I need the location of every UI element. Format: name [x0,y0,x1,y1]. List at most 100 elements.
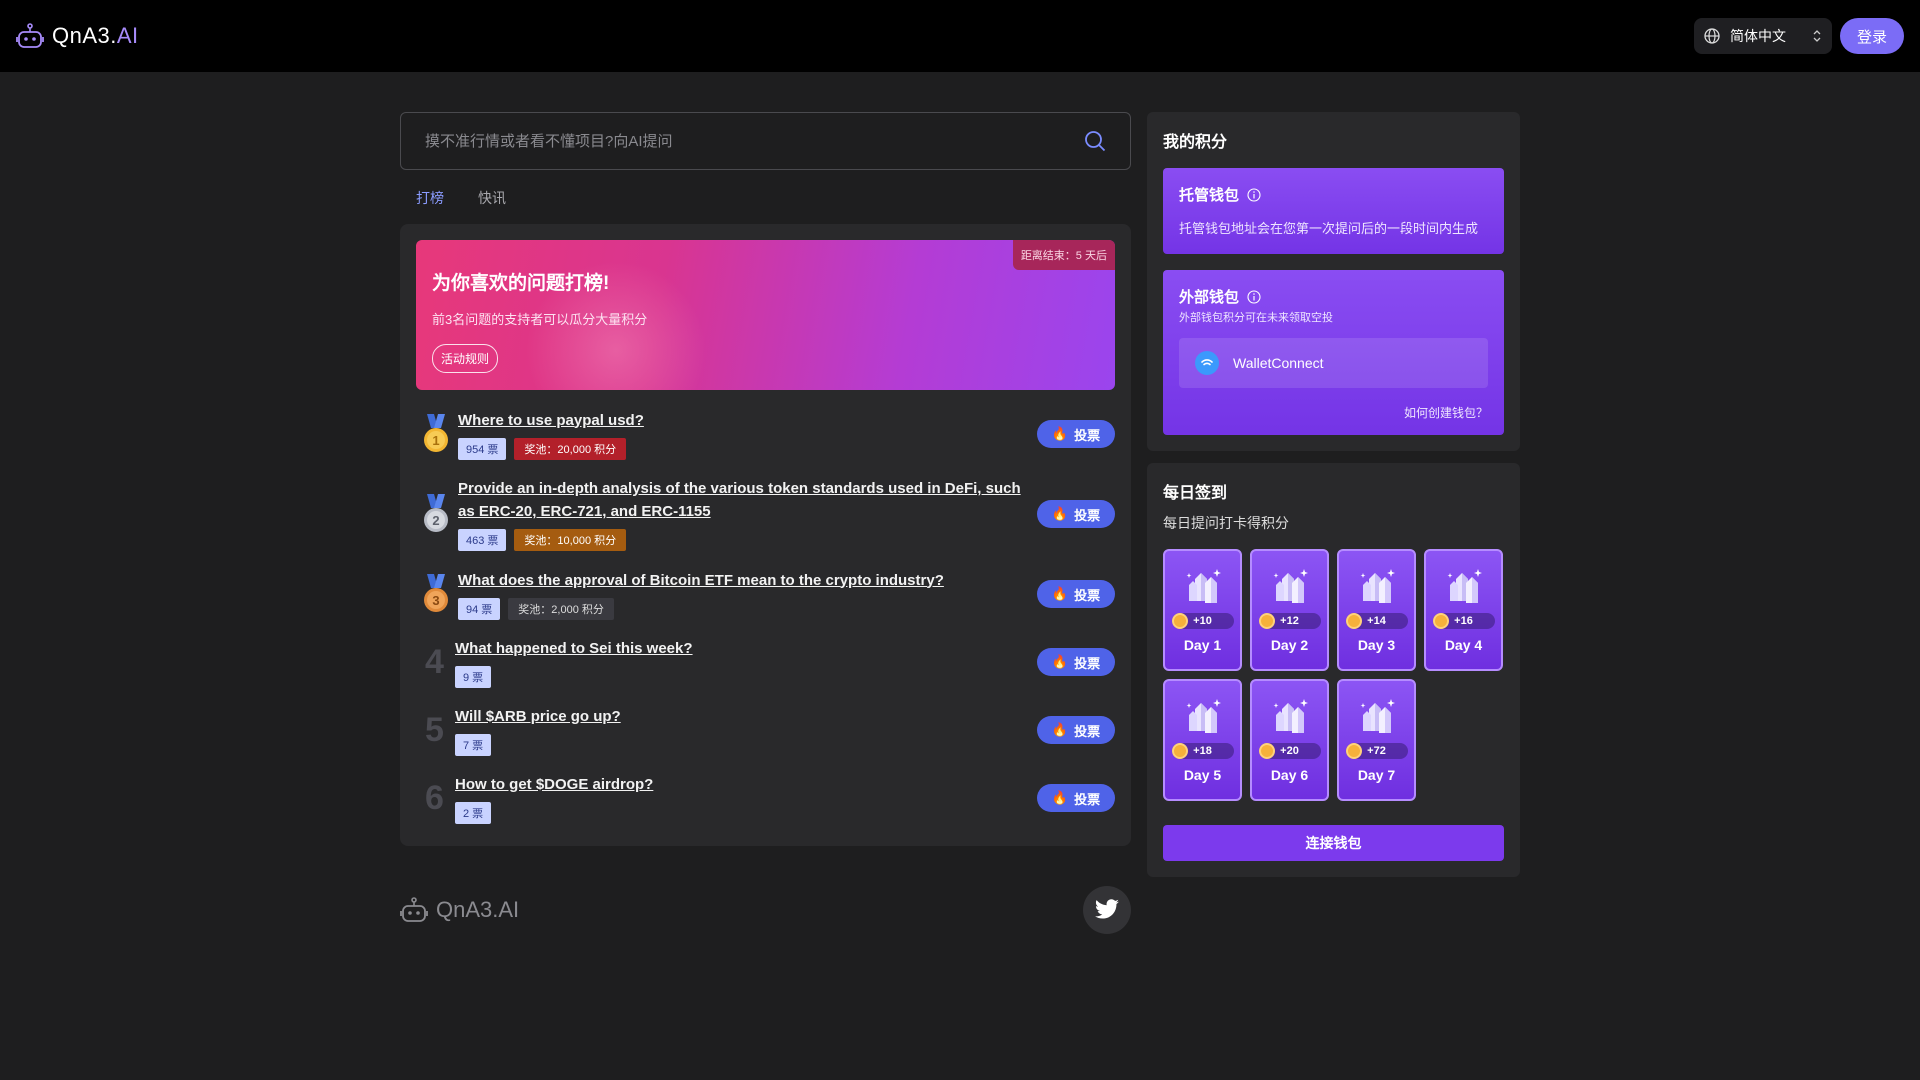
checkin-day-card[interactable]: +10 Day 1 [1163,549,1242,671]
coin-icon [1258,743,1275,759]
twitter-button[interactable] [1083,886,1131,934]
robot-logo-icon [16,23,44,48]
banner-title: 为你喜欢的问题打榜! [432,273,610,294]
campaign-banner: 距离结束：5 天后 为你喜欢的问题打榜! 前3名问题的支持者可以瓜分大量积分 活… [416,240,1115,390]
checkin-subtitle: 每日提问打卡得积分 [1163,515,1289,531]
question-title[interactable]: Where to use paypal usd? [458,409,1037,432]
checkin-day-card[interactable]: +12 Day 2 [1250,549,1329,671]
language-select[interactable]: 简体中文 [1694,18,1832,54]
brand-name: QnA3.AI [52,23,139,48]
tab-ranking[interactable]: 打榜 [416,188,444,208]
walletconnect-icon [1195,351,1219,375]
question-row: 6 How to get $DOGE airdrop? 2 票 🔥 投票 [416,764,1115,832]
vote-button[interactable]: 🔥 投票 [1037,716,1115,744]
rank-number: 6 [425,778,444,817]
question-title[interactable]: Provide an in-depth analysis of the vari… [458,477,1021,523]
question-row: 2 Provide an in-depth analysis of the va… [416,468,1115,560]
globe-icon [1704,28,1720,44]
tabs: 打榜 快讯 [400,188,1131,208]
checkin-day-card[interactable]: +18 Day 5 [1163,679,1242,801]
svg-text:3: 3 [432,593,439,608]
fire-icon: 🔥 [1051,426,1069,441]
tab-news[interactable]: 快讯 [478,188,506,208]
search-icon[interactable] [1084,130,1106,152]
rules-button[interactable]: 活动规则 [432,344,499,373]
question-row: 1 Where to use paypal usd? 954 票 奖池：20,0… [416,400,1115,468]
prize-pool-badge: 奖池：20,000 积分 [514,437,627,460]
votes-badge: 463 票 [458,529,507,551]
vote-button[interactable]: 🔥 投票 [1037,784,1115,812]
vote-button[interactable]: 🔥 投票 [1037,648,1115,676]
points-title: 我的积分 [1163,134,1228,151]
question-title[interactable]: Will $ARB price go up? [455,705,1037,728]
checkin-day-card[interactable]: +20 Day 6 [1250,679,1329,801]
checkin-day-card[interactable]: +14 Day 3 [1337,549,1416,671]
bronze-medal-icon: 3 [416,574,456,614]
fire-icon: 🔥 [1051,586,1069,601]
crystal-icon [1360,569,1395,603]
vote-button[interactable]: 🔥 投票 [1037,500,1115,528]
checkin-day-card[interactable]: +72 Day 7 [1337,679,1416,801]
brand-logo[interactable]: QnA3.AI [16,23,139,49]
custodial-wallet-desc: 托管钱包地址会在您第一次提问后的一段时间内生成 [1179,221,1479,236]
ranking-board: 距离结束：5 天后 为你喜欢的问题打榜! 前3名问题的支持者可以瓜分大量积分 活… [400,224,1131,846]
question-title[interactable]: What does the approval of Bitcoin ETF me… [458,569,1037,592]
votes-badge: 9 票 [455,665,492,688]
day-label: Day 1 [1183,637,1222,653]
day-label: Day 3 [1357,637,1396,653]
walletconnect-label: WalletConnect [1233,355,1324,371]
svg-text:1: 1 [432,433,439,448]
coin-icon [1258,613,1275,629]
checkin-days: +10 Day 1 +12 Day 2 +14 Day 3 +16 Day 4 +18 Day 5… [1163,549,1504,801]
top-bar: QnA3.AI 简体中文 登录 [0,0,1920,72]
question-row: 5 Will $ARB price go up? 7 票 🔥 投票 [416,696,1115,764]
checkin-day-card[interactable]: +16 Day 4 [1424,549,1503,671]
external-wallet-card: 外部钱包 外部钱包积分可在未来领取空投 WalletConnect 如何创建钱包… [1163,270,1504,435]
silver-medal-icon: 2 [416,494,456,534]
side-panel: 我的积分 托管钱包 托管钱包地址会在您第一次提问后的一段时间内生成 外部钱包 外… [1147,112,1520,877]
prize-pool-badge: 奖池：10,000 积分 [514,529,627,551]
info-icon[interactable] [1247,289,1261,304]
votes-badge: 2 票 [455,801,492,824]
crystal-icon [1273,569,1308,603]
fire-icon: 🔥 [1051,790,1069,805]
day-label: Day 5 [1183,767,1222,783]
robot-logo-icon [400,897,428,922]
gold-medal-icon: 1 [416,414,456,454]
reward-badge: +72 [1345,743,1408,759]
walletconnect-button[interactable]: WalletConnect [1179,338,1488,388]
question-row: 3 What does the approval of Bitcoin ETF … [416,560,1115,628]
vote-button[interactable]: 🔥 投票 [1037,580,1115,608]
footer: QnA3.AI [400,886,1131,934]
countdown-badge: 距离结束：5 天后 [1012,240,1115,270]
reward-badge: +20 [1258,743,1321,759]
banner-subtitle: 前3名问题的支持者可以瓜分大量积分 [432,312,648,327]
reward-badge: +10 [1171,613,1234,629]
twitter-icon [1095,899,1119,919]
footer-brand-name: QnA3.AI [436,897,520,922]
coin-icon [1171,743,1188,759]
connect-wallet-button[interactable]: 连接钱包 [1163,825,1504,861]
crystal-icon [1447,569,1482,603]
crystal-icon [1186,699,1221,733]
checkin-panel: 每日签到 每日提问打卡得积分 +10 Day 1 +12 Day 2 +14 Day 3 +… [1147,463,1520,877]
info-icon[interactable] [1247,187,1261,202]
external-wallet-desc: 外部钱包积分可在未来领取空投 [1179,312,1333,324]
custodial-wallet-card: 托管钱包 托管钱包地址会在您第一次提问后的一段时间内生成 [1163,168,1504,254]
fire-icon: 🔥 [1051,722,1069,737]
reward-badge: +16 [1432,613,1495,629]
custodial-wallet-title: 托管钱包 [1179,187,1240,204]
login-button[interactable]: 登录 [1840,18,1904,54]
footer-brand: QnA3.AI [400,897,519,923]
question-title[interactable]: How to get $DOGE airdrop? [455,773,1037,796]
fire-icon: 🔥 [1051,654,1069,669]
vote-button[interactable]: 🔥 投票 [1037,420,1115,448]
how-to-create-wallet-link[interactable]: 如何创建钱包？ [1179,404,1488,421]
search-input[interactable] [425,132,1025,150]
crystal-icon [1360,699,1395,733]
day-label: Day 7 [1357,767,1396,783]
votes-badge: 7 票 [455,733,492,756]
coin-icon [1345,743,1362,759]
question-title[interactable]: What happened to Sei this week? [455,637,1037,660]
coin-icon [1432,613,1449,629]
